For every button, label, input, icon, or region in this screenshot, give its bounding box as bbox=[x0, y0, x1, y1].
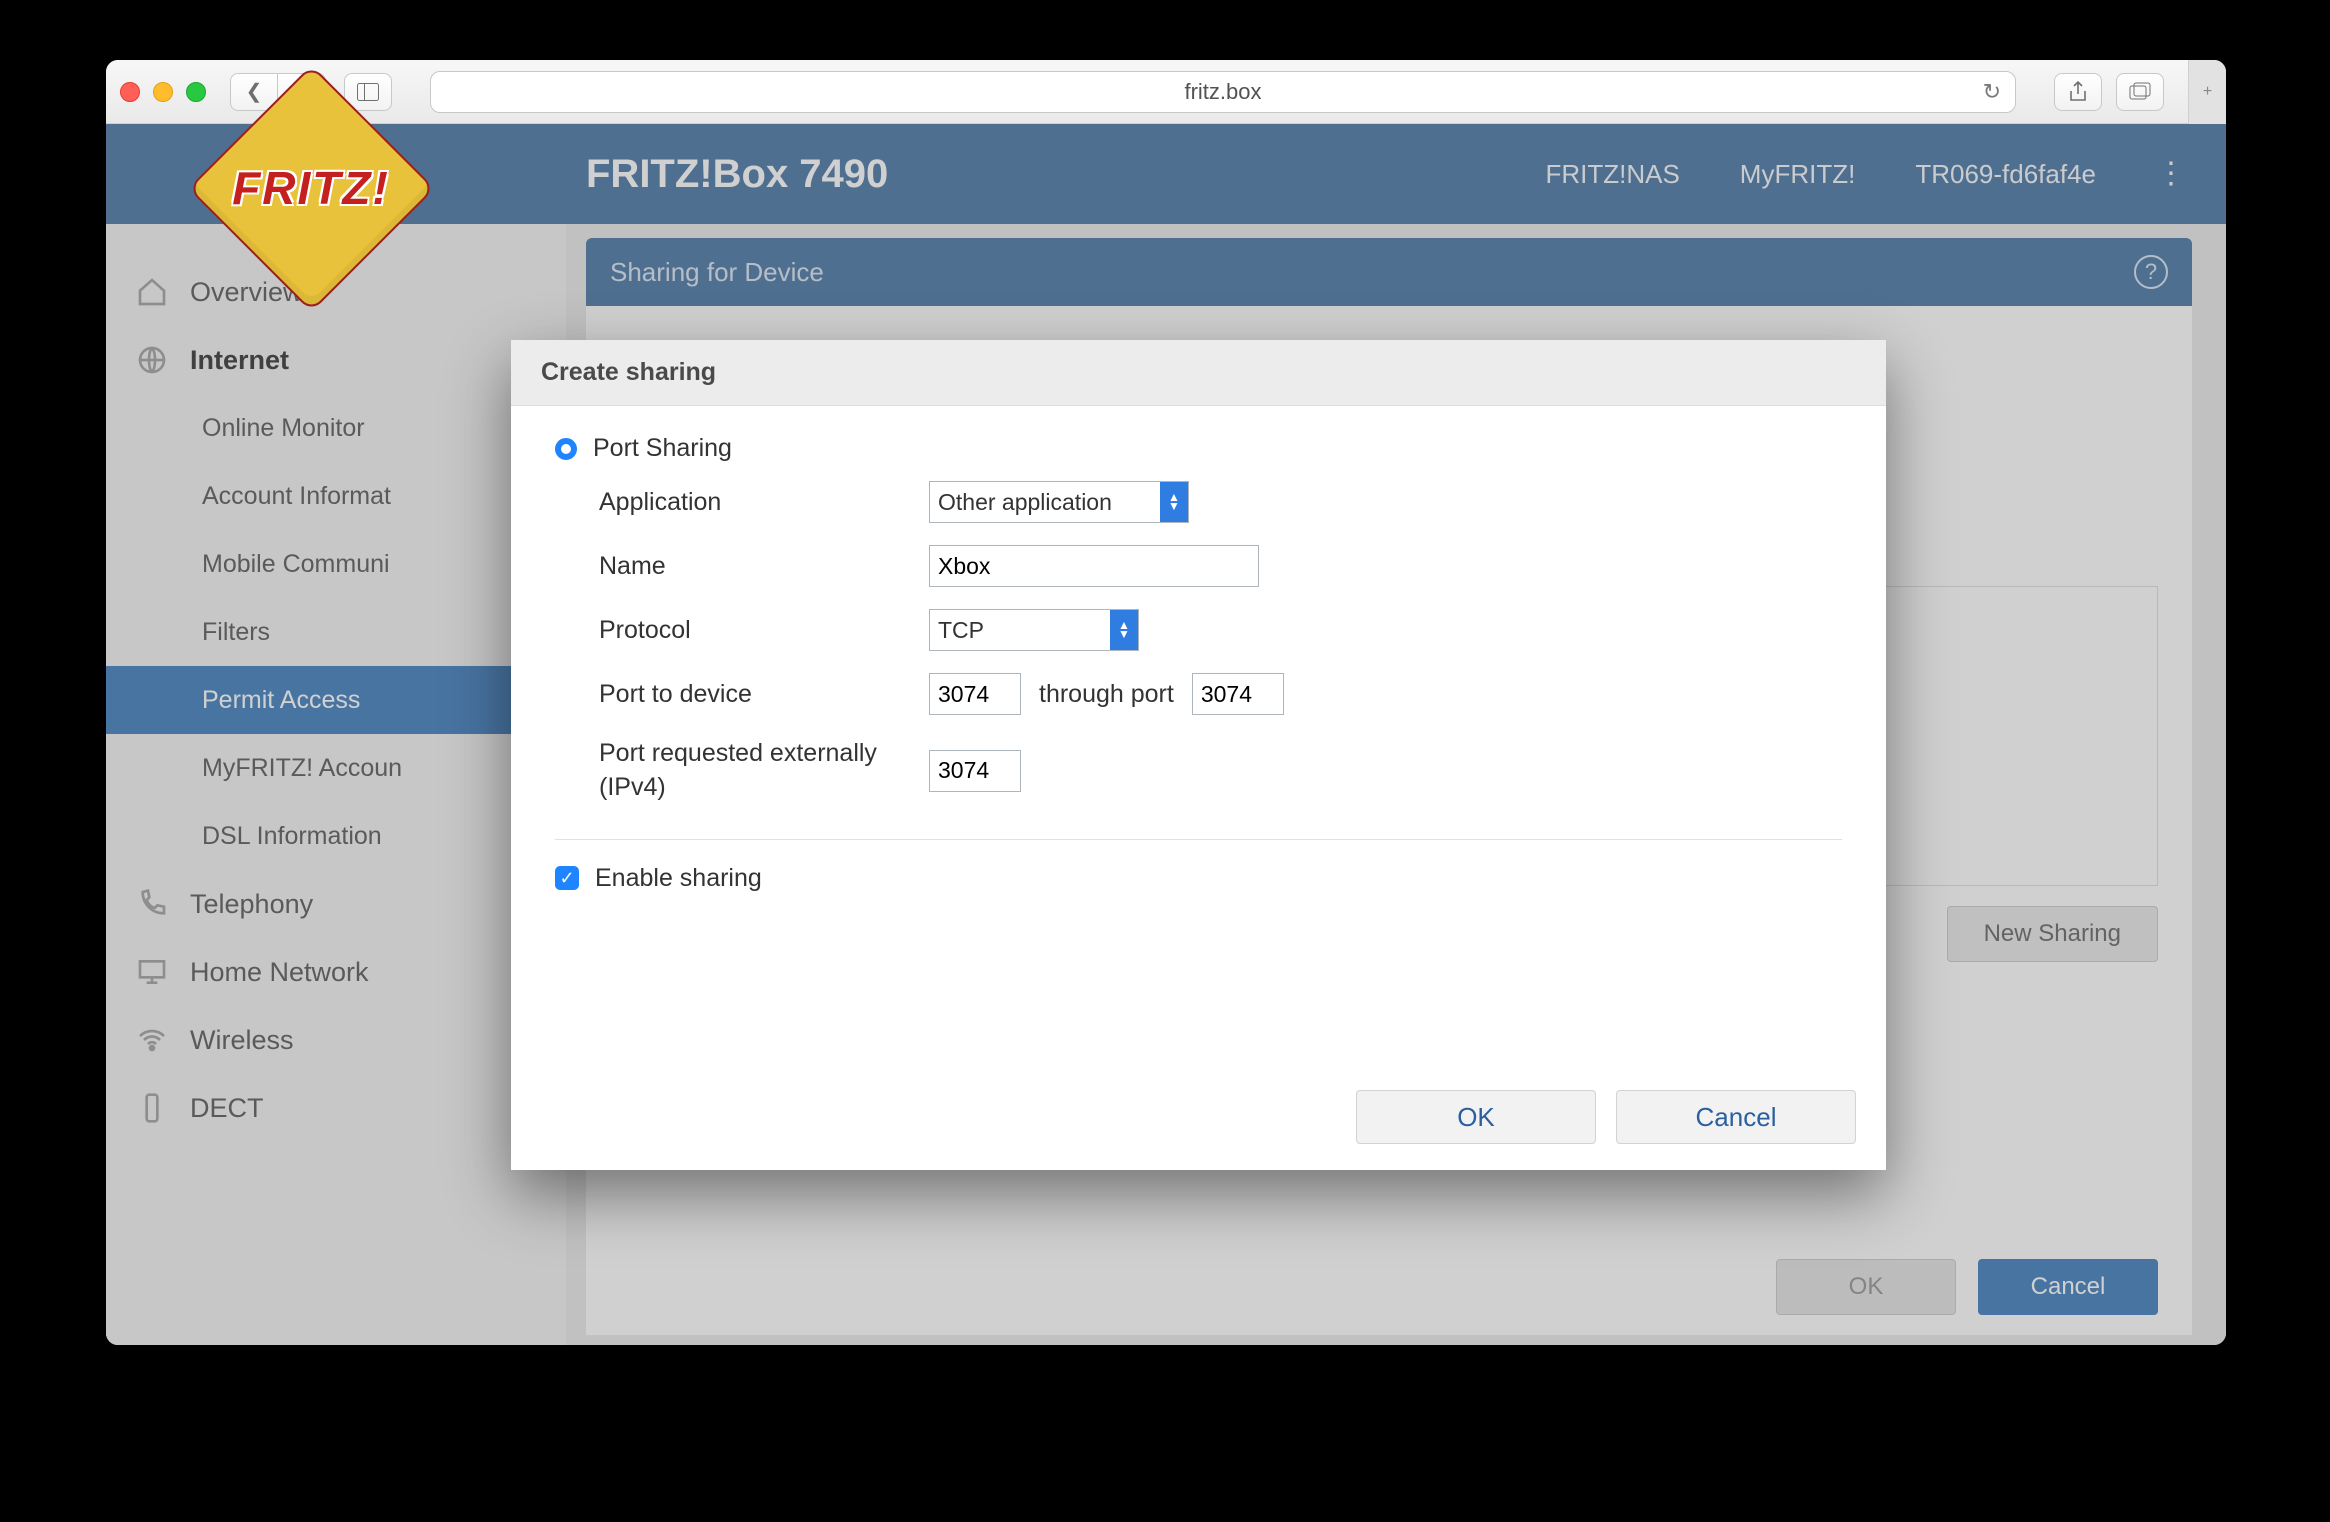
checkbox-checked-icon: ✓ bbox=[555, 866, 579, 890]
select-arrows-icon: ▲▼ bbox=[1160, 482, 1188, 522]
fritz-logo: FRITZ! bbox=[206, 118, 416, 258]
label-through-port: through port bbox=[1039, 680, 1174, 709]
create-sharing-dialog: Create sharing Port Sharing Application … bbox=[511, 340, 1886, 1170]
tabs-button[interactable] bbox=[2116, 73, 2164, 111]
divider bbox=[555, 839, 1842, 840]
label-application: Application bbox=[599, 488, 929, 517]
window-controls bbox=[120, 82, 206, 102]
zoom-window-button[interactable] bbox=[186, 82, 206, 102]
reload-icon[interactable]: ↻ bbox=[1983, 79, 2001, 105]
port-to-input[interactable] bbox=[1192, 673, 1284, 715]
select-value: Other application bbox=[930, 482, 1160, 522]
address-text: fritz.box bbox=[1184, 79, 1261, 105]
label-protocol: Protocol bbox=[599, 616, 929, 645]
dialog-cancel-button[interactable]: Cancel bbox=[1616, 1090, 1856, 1144]
minimize-window-button[interactable] bbox=[153, 82, 173, 102]
address-bar[interactable]: fritz.box ↻ bbox=[430, 71, 2016, 113]
dialog-title: Create sharing bbox=[511, 340, 1886, 406]
checkbox-label: Enable sharing bbox=[595, 864, 762, 893]
name-input[interactable] bbox=[929, 545, 1259, 587]
button-label: Cancel bbox=[1696, 1102, 1777, 1133]
label-port-to-device: Port to device bbox=[599, 680, 929, 709]
port-sharing-radio[interactable]: Port Sharing bbox=[555, 434, 1842, 463]
label-port-external: Port requested externally (IPv4) bbox=[599, 737, 929, 805]
fritz-logo-text: FRITZ! bbox=[232, 161, 390, 215]
dialog-ok-button[interactable]: OK bbox=[1356, 1090, 1596, 1144]
select-arrows-icon: ▲▼ bbox=[1110, 610, 1138, 650]
label-name: Name bbox=[599, 552, 929, 581]
select-value: TCP bbox=[930, 610, 1110, 650]
radio-label: Port Sharing bbox=[593, 434, 732, 463]
share-button[interactable] bbox=[2054, 73, 2102, 111]
protocol-select[interactable]: TCP ▲▼ bbox=[929, 609, 1139, 651]
button-label: OK bbox=[1457, 1102, 1495, 1133]
browser-toolbar: ❮ ❯ fritz.box ↻ + bbox=[106, 60, 2226, 124]
application-select[interactable]: Other application ▲▼ bbox=[929, 481, 1189, 523]
radio-selected-icon bbox=[555, 438, 577, 460]
port-from-input[interactable] bbox=[929, 673, 1021, 715]
close-window-button[interactable] bbox=[120, 82, 140, 102]
port-external-input[interactable] bbox=[929, 750, 1021, 792]
new-tab-button[interactable]: + bbox=[2188, 60, 2226, 124]
enable-sharing-checkbox[interactable]: ✓ Enable sharing bbox=[555, 864, 1842, 893]
browser-window: ❮ ❯ fritz.box ↻ + bbox=[106, 60, 2226, 1345]
